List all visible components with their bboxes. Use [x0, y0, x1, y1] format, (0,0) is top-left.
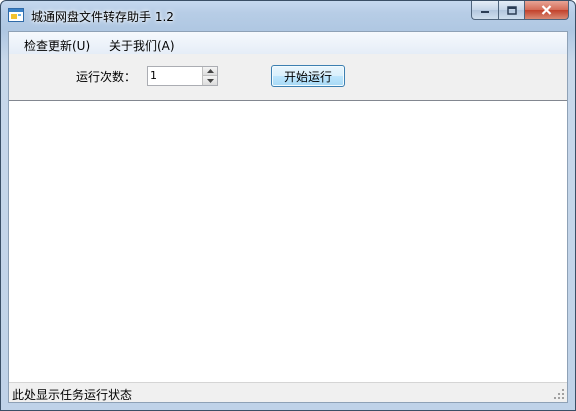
arrow-down-icon: [206, 78, 214, 83]
menu-bar: 检查更新(U) 关于我们(A): [9, 32, 567, 54]
maximize-button[interactable]: [498, 1, 524, 20]
log-output-area[interactable]: [9, 100, 567, 382]
menu-check-update[interactable]: 检查更新(U): [24, 37, 90, 54]
title-bar[interactable]: 城通网盘文件转存助手 1.2: [1, 1, 575, 31]
close-icon: [541, 5, 552, 15]
app-window: 城通网盘文件转存助手 1.2 检查更新(U) 关于我们(A) 运行次数： 1 开…: [0, 0, 576, 411]
status-bar: 此处显示任务运行状态: [9, 382, 567, 402]
run-count-stepper[interactable]: 1: [147, 66, 218, 86]
close-button[interactable]: [524, 1, 569, 20]
run-count-value[interactable]: 1: [150, 69, 157, 82]
maximize-icon: [506, 5, 517, 15]
start-run-button[interactable]: 开始运行: [271, 65, 345, 87]
resize-grip-icon[interactable]: [554, 389, 565, 400]
run-count-label: 运行次数：: [76, 70, 137, 84]
stepper-arrows: [202, 67, 217, 85]
caption-buttons: [471, 1, 569, 20]
app-window-icon: [8, 8, 24, 22]
minimize-button[interactable]: [471, 1, 498, 20]
client-area: 检查更新(U) 关于我们(A) 运行次数： 1 开始运行 此处显示任务运行状态: [8, 31, 568, 403]
arrow-up-icon: [206, 69, 214, 73]
status-text: 此处显示任务运行状态: [12, 388, 133, 402]
stepper-up-button[interactable]: [202, 67, 217, 76]
menu-about-us[interactable]: 关于我们(A): [109, 37, 175, 54]
window-bottom-border: [1, 403, 575, 410]
stepper-down-button[interactable]: [202, 76, 217, 85]
window-title: 城通网盘文件转存助手 1.2: [31, 10, 174, 24]
minimize-icon: [481, 11, 489, 13]
